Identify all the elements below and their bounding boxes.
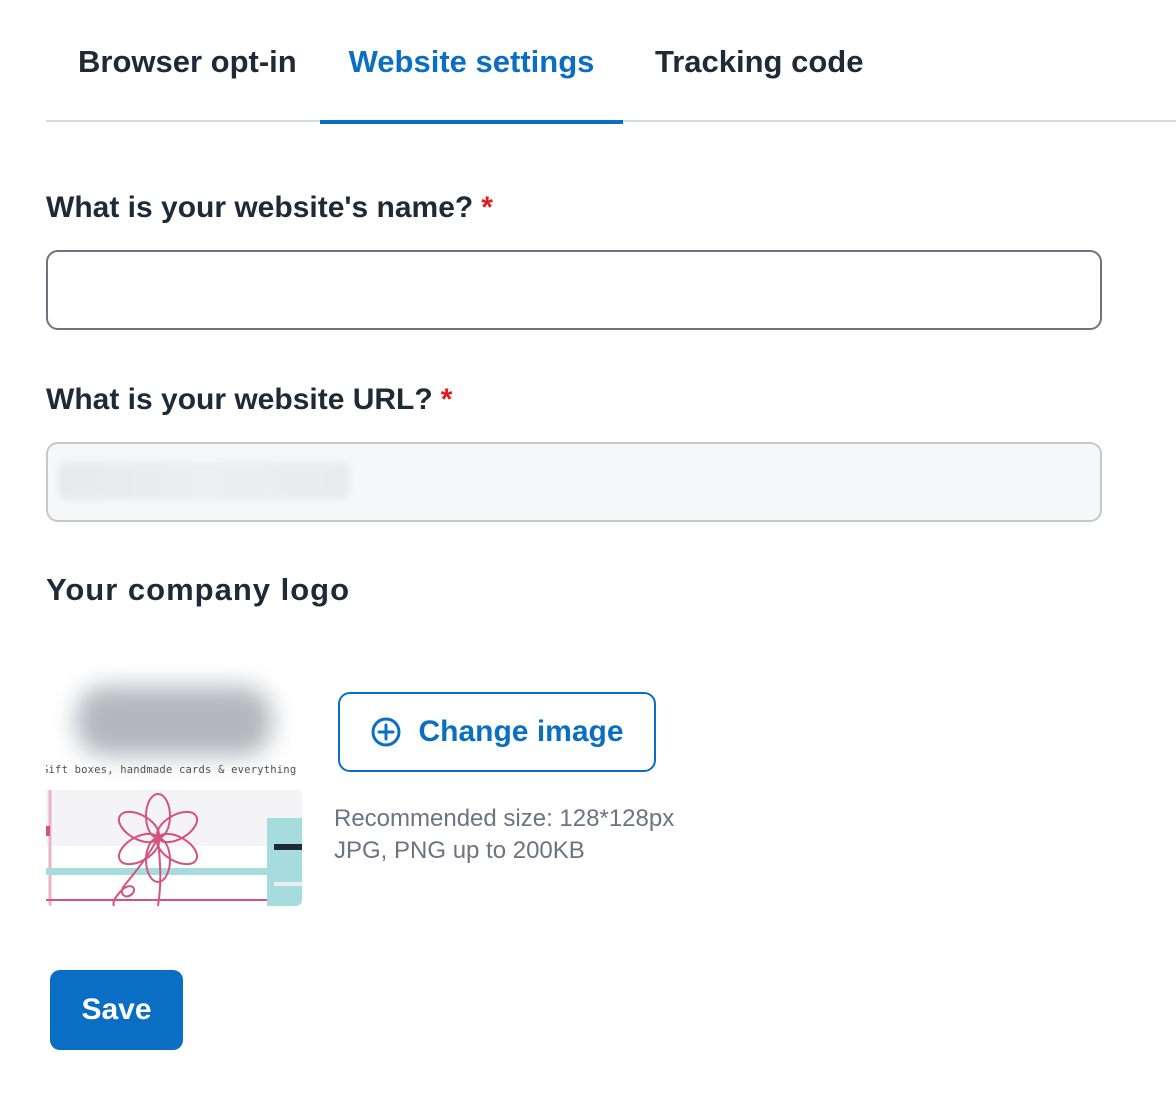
website-name-label-text: What is your website's name? bbox=[46, 191, 474, 224]
website-settings-page: Browser opt-in Website settings Tracking… bbox=[0, 0, 1176, 1094]
company-logo-title: Your company logo bbox=[46, 572, 351, 607]
tab-browser-opt-in[interactable]: Browser opt-in bbox=[78, 44, 297, 122]
tab-tracking-code[interactable]: Tracking code bbox=[655, 44, 863, 122]
logo-gift-illustration bbox=[46, 790, 302, 906]
file-format-hint: JPG, PNG up to 200KB bbox=[334, 837, 585, 864]
settings-tabs: Browser opt-in Website settings Tracking… bbox=[46, 0, 1176, 124]
website-name-label: What is your website's name? * bbox=[46, 191, 493, 225]
redacted-url-value bbox=[58, 462, 350, 500]
blurred-logo-wordmark bbox=[76, 686, 272, 756]
tab-website-settings[interactable]: Website settings bbox=[320, 44, 623, 124]
website-url-label-text: What is your website URL? bbox=[46, 383, 433, 416]
required-asterisk: * bbox=[481, 191, 493, 224]
save-button[interactable]: Save bbox=[50, 970, 183, 1050]
company-logo-preview: Gift boxes, handmade cards & everything … bbox=[46, 650, 302, 906]
change-image-label: Change image bbox=[418, 715, 624, 748]
website-url-label: What is your website URL? * bbox=[46, 383, 452, 417]
recommended-size-hint: Recommended size: 128*128px bbox=[334, 805, 675, 832]
logo-tagline: Gift boxes, handmade cards & everything … bbox=[46, 764, 302, 776]
required-asterisk: * bbox=[440, 383, 453, 416]
change-image-button[interactable]: Change image bbox=[338, 692, 656, 772]
plus-circle-icon bbox=[371, 717, 401, 747]
website-name-input[interactable] bbox=[46, 250, 1102, 330]
